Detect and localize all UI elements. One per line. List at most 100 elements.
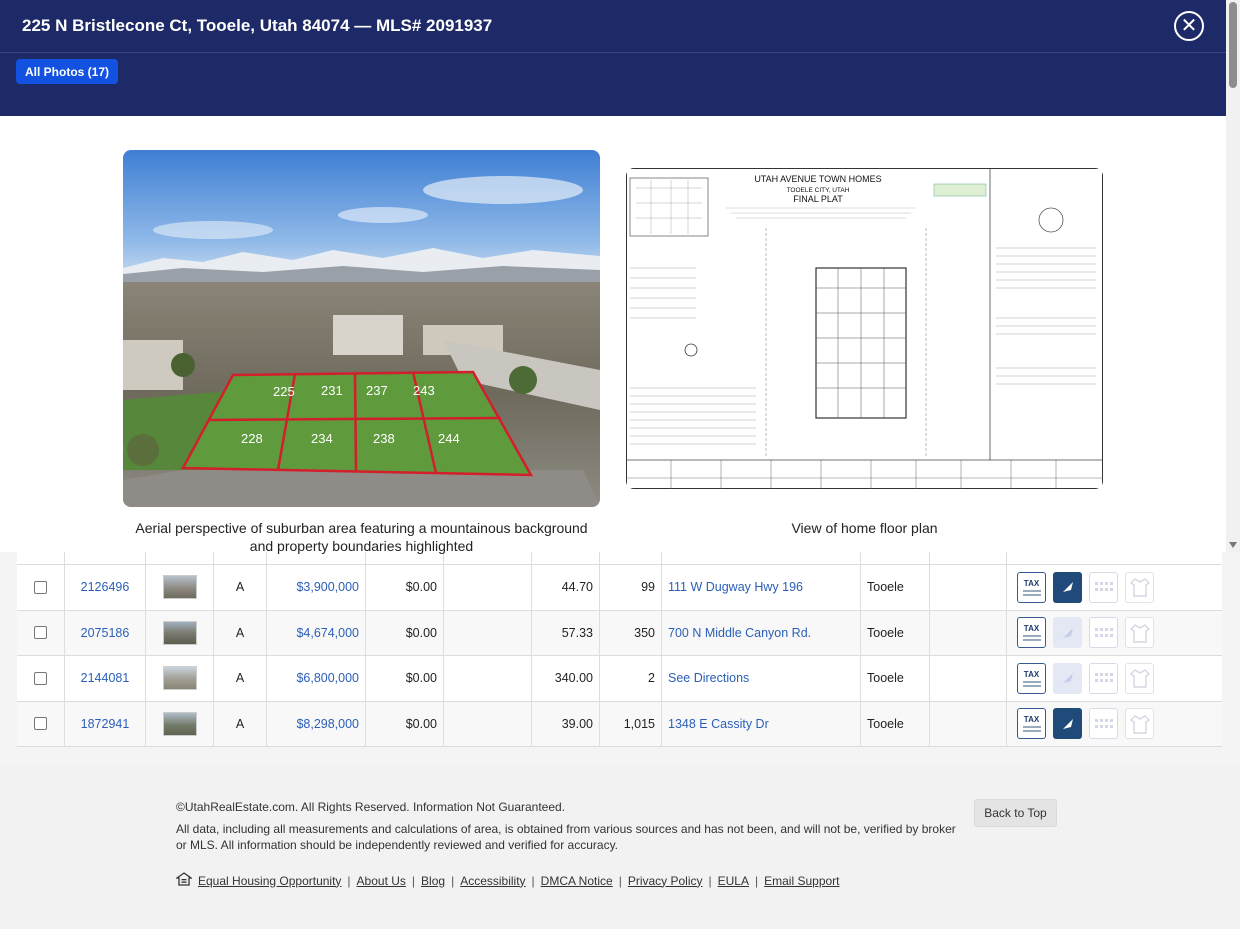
open-house-icon[interactable]: [1125, 617, 1154, 649]
lot-label: 231: [321, 383, 343, 398]
copyright-text: ©UtahRealEstate.com. All Rights Reserved…: [176, 800, 566, 814]
close-icon[interactable]: ✕: [1174, 11, 1204, 41]
acres-cell: 340.00: [532, 656, 600, 701]
lot-label: 243: [413, 383, 435, 398]
photo-modal: 225 N Bristlecone Ct, Tooele, Utah 84074…: [0, 0, 1226, 554]
status-cell: A: [214, 565, 267, 610]
table-row[interactable]: 1872941 A $8,298,000 $0.00 39.00 1,015 1…: [17, 701, 1222, 747]
plat-drawing[interactable]: UTAH AVENUE TOWN HOMES TOOELE CITY, UTAH…: [626, 168, 1103, 489]
lot-label: 225: [273, 384, 295, 399]
site-footer: ©UtahRealEstate.com. All Rights Reserved…: [0, 766, 1240, 929]
address-link[interactable]: 111 W Dugway Hwy 196: [662, 565, 861, 610]
all-photos-button[interactable]: All Photos (17): [16, 59, 119, 84]
footer-link-accessibility[interactable]: Accessibility: [460, 874, 525, 888]
days-on-market-cell: 99: [600, 565, 662, 610]
footer-link-dmca[interactable]: DMCA Notice: [541, 874, 613, 888]
tax-document-icon[interactable]: TAX: [1017, 571, 1046, 603]
table-row[interactable]: 2126496 A $3,900,000 $0.00 44.70 99 111 …: [17, 565, 1222, 611]
tax-document-icon[interactable]: TAX: [1017, 662, 1046, 694]
open-house-icon[interactable]: [1125, 708, 1154, 740]
mls-link[interactable]: 2075186: [65, 610, 146, 655]
lot-label: 237: [366, 383, 388, 398]
fee-cell: $0.00: [366, 656, 444, 701]
map-pin-icon[interactable]: [1053, 571, 1082, 603]
tax-document-icon[interactable]: TAX: [1017, 708, 1046, 740]
lot-label: 228: [241, 431, 263, 446]
days-on-market-cell: 2: [600, 656, 662, 701]
address-link[interactable]: 1348 E Cassity Dr: [662, 701, 861, 746]
city-cell: Tooele: [861, 565, 930, 610]
listing-thumbnail[interactable]: [162, 666, 197, 691]
listing-thumbnail[interactable]: [162, 575, 197, 600]
acres-cell: 57.33: [532, 610, 600, 655]
calendar-icon[interactable]: [1089, 662, 1118, 694]
price-link[interactable]: $3,900,000: [267, 565, 366, 610]
footer-link-eula[interactable]: EULA: [718, 874, 749, 888]
footer-link-blog[interactable]: Blog: [421, 874, 445, 888]
listings-table: 2126496 A $3,900,000 $0.00 44.70 99 111 …: [17, 552, 1222, 747]
fee-cell: $0.00: [366, 701, 444, 746]
listing-thumbnail[interactable]: [162, 620, 197, 645]
row-select-checkbox[interactable]: [34, 580, 47, 594]
row-select-checkbox[interactable]: [34, 626, 47, 640]
city-cell: Tooele: [861, 610, 930, 655]
aerial-photo[interactable]: 225 231 237 243 228 234 238 244: [123, 150, 600, 507]
footer-link-equal-housing[interactable]: Equal Housing Opportunity: [198, 874, 341, 888]
photo-caption: View of home floor plan: [791, 520, 938, 536]
days-on-market-cell: 350: [600, 610, 662, 655]
mls-link[interactable]: 2126496: [65, 565, 146, 610]
tax-icon-label: TAX: [1023, 715, 1040, 725]
days-on-market-cell: 1,015: [600, 701, 662, 746]
calendar-icon[interactable]: [1089, 571, 1118, 603]
photo-caption: Aerial perspective of suburban area feat…: [135, 520, 588, 554]
acres-cell: 39.00: [532, 701, 600, 746]
acres-cell: 44.70: [532, 565, 600, 610]
fee-cell: $0.00: [366, 610, 444, 655]
scrollbar-thumb[interactable]: [1229, 2, 1237, 88]
modal-header: 225 N Bristlecone Ct, Tooele, Utah 84074…: [0, 0, 1226, 116]
price-link[interactable]: $4,674,000: [267, 610, 366, 655]
footer-link-privacy[interactable]: Privacy Policy: [628, 874, 703, 888]
plat-city: TOOELE CITY, UTAH: [787, 187, 850, 194]
listing-thumbnail[interactable]: [162, 711, 197, 736]
table-row[interactable]: 2144081 A $6,800,000 $0.00 340.00 2 See …: [17, 656, 1222, 702]
footer-link-email-support[interactable]: Email Support: [764, 874, 839, 888]
equal-housing-icon: [174, 872, 194, 889]
lot-label: 234: [311, 431, 333, 446]
row-select-checkbox[interactable]: [34, 671, 47, 685]
footer-link-about-us[interactable]: About Us: [357, 874, 406, 888]
modal-title: 225 N Bristlecone Ct, Tooele, Utah 84074…: [22, 16, 493, 35]
price-link[interactable]: $8,298,000: [267, 701, 366, 746]
footer-links: Equal Housing Opportunity | About Us | Blo…: [174, 872, 840, 889]
city-cell: Tooele: [861, 656, 930, 701]
city-cell: Tooele: [861, 701, 930, 746]
tax-icon-label: TAX: [1023, 578, 1040, 588]
row-select-checkbox[interactable]: [34, 717, 47, 731]
modal-scrollbar[interactable]: [1226, 0, 1240, 552]
mls-link[interactable]: 2144081: [65, 656, 146, 701]
price-link[interactable]: $6,800,000: [267, 656, 366, 701]
calendar-icon[interactable]: [1089, 708, 1118, 740]
open-house-icon[interactable]: [1125, 662, 1154, 694]
plat-title: UTAH AVENUE TOWN HOMES: [754, 174, 881, 184]
table-row[interactable]: 2075186 A $4,674,000 $0.00 57.33 350 700…: [17, 610, 1222, 656]
address-link[interactable]: See Directions: [662, 656, 861, 701]
map-pin-icon[interactable]: [1053, 662, 1082, 694]
status-cell: A: [214, 610, 267, 655]
address-link[interactable]: 700 N Middle Canyon Rd.: [662, 610, 861, 655]
back-to-top-button[interactable]: Back to Top: [974, 799, 1057, 827]
disclaimer-text: All data, including all measurements and…: [176, 822, 956, 852]
map-pin-icon[interactable]: [1053, 617, 1082, 649]
tax-icon-label: TAX: [1023, 669, 1040, 679]
fee-cell: $0.00: [366, 565, 444, 610]
calendar-icon[interactable]: [1089, 617, 1118, 649]
tax-document-icon[interactable]: TAX: [1017, 617, 1046, 649]
plat-subtitle: FINAL PLAT: [793, 194, 843, 204]
tax-icon-label: TAX: [1023, 624, 1040, 634]
mls-link[interactable]: 1872941: [65, 701, 146, 746]
open-house-icon[interactable]: [1125, 571, 1154, 603]
map-pin-icon[interactable]: [1053, 708, 1082, 740]
lot-label: 244: [438, 431, 460, 446]
lot-label: 238: [373, 431, 395, 446]
scroll-down-arrow-icon[interactable]: [1229, 542, 1237, 548]
